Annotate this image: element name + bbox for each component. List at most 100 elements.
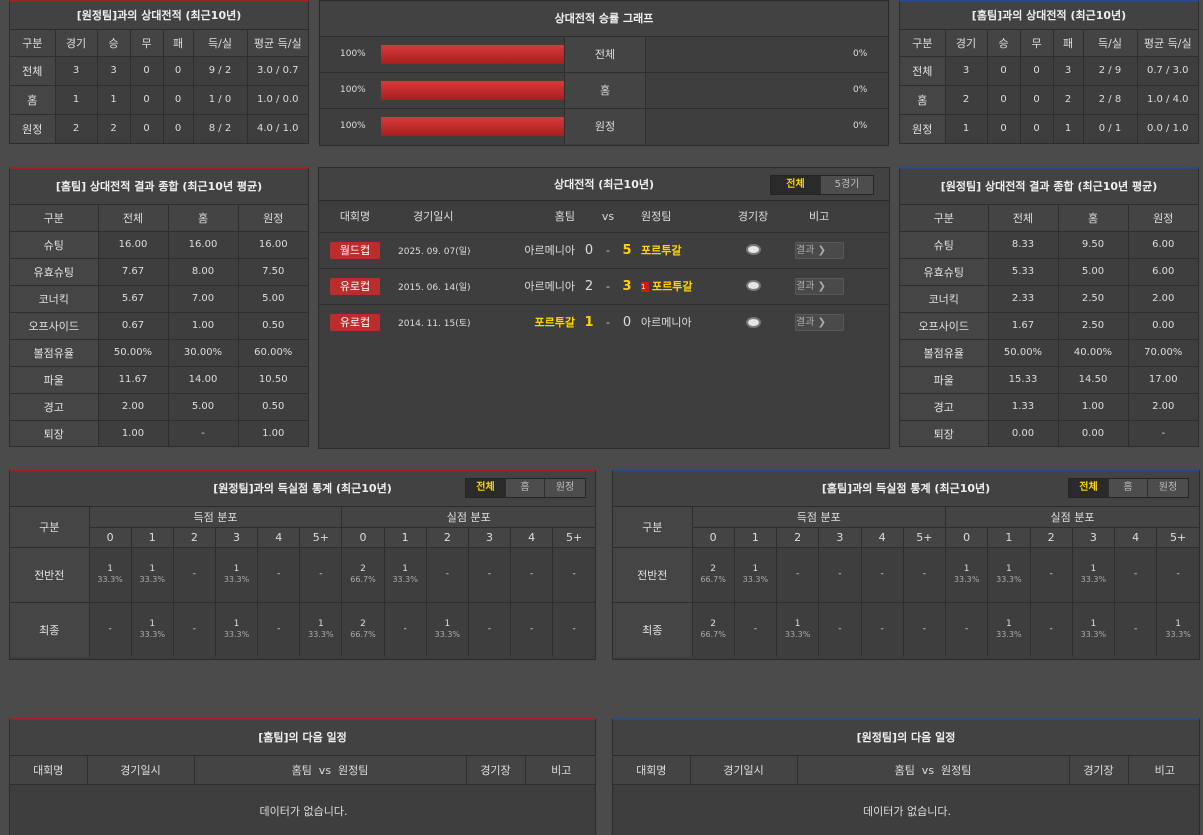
count-value: - [1049,569,1053,579]
score-separator: - [606,243,610,257]
count-value: - [530,624,534,635]
row-label: 볼점유율 [900,339,989,367]
col-note: 비고 [525,756,595,785]
right-percent: 0% [853,49,868,59]
row-label: 퇴장 [10,420,99,446]
note-cell: 결과 ❯ [783,232,889,268]
table-cell: 2 [97,114,131,143]
away-summary-title: [원정팀] 상대전적 결과 종합 (최근10년 평균) [900,169,1198,205]
row-label: 파울 [900,366,989,394]
home-score: 2 [584,278,594,294]
table-cell: 9 / 2 [193,56,248,86]
home-team[interactable]: 포르투갈 [499,304,579,340]
col-header: 득/실 [193,30,248,57]
tab-home[interactable]: 홈 [506,479,545,497]
count-value: - [192,624,197,635]
away-team-cell: 1 포르투갈 [637,268,723,304]
result-button[interactable]: 결과 ❯ [795,241,845,259]
goals-right-title-text: [홈팀]과의 득실점 통계 (최근10년) [821,482,991,495]
table-cell: 0 [130,114,164,143]
match-row[interactable]: 유로컵 2014. 11. 15(토) 포르투갈 1-0 아르메니아 결과 ❯ [319,304,889,340]
next-away-title: [원정팀]의 다음 일정 [613,720,1199,756]
distribution-cell: 1 33.3% [215,602,259,657]
tab-all[interactable]: 전체 [466,479,506,497]
goals-right-title: [홈팀]과의 득실점 통계 (최근10년) 전체 홈 원정 [613,471,1199,507]
table-row: 경고 1.33 1.00 2.00 [900,393,1198,421]
distribution-cell: 1 33.3% [1072,602,1116,657]
tab-away[interactable]: 원정 [1148,479,1188,497]
stadium-icon[interactable] [745,316,761,328]
stadium-icon[interactable] [745,244,761,256]
count-value: 2 [710,619,716,630]
tab-home[interactable]: 홈 [1109,479,1148,497]
right-bar-track [646,81,829,100]
match-row[interactable]: 월드컵 2025. 09. 07(일) 아르메니아 0-5 포르투갈 결과 ❯ [319,232,889,268]
scored-header: 득점 분포 [89,507,343,528]
match-row[interactable]: 유로컵 2015. 06. 14(일) 아르메니아 2-3 1 포르투갈 결과 ❯ [319,268,889,304]
goal-count-header: 5+ [299,527,343,548]
table-row: 원정 2 2 0 0 8 / 2 4.0 / 1.0 [10,114,308,143]
result-button[interactable]: 결과 ❯ [795,277,845,295]
goal-count-header: 1 [131,527,174,548]
row-label: 코너킥 [10,285,99,313]
col-header: 경기 [945,30,988,57]
col-header: 평균 득/실 [1137,30,1198,57]
col-header: 무 [1020,30,1054,57]
table-row: 원정 1 0 0 1 0 / 1 0.0 / 1.0 [900,114,1198,143]
tab-away[interactable]: 원정 [545,479,585,497]
table-cell: 17.00 [1128,366,1198,394]
goal-count-header: 2 [1030,527,1073,548]
table-cell: 6.00 [1128,231,1198,259]
percent-value: 33.3% [223,630,250,640]
row-label: 전체 [564,37,646,72]
col-competition: 대회명 [613,756,691,785]
goal-count-header: 0 [945,527,989,548]
stadium-icon[interactable] [745,280,761,292]
matches-title-text: 상대전적 (최근10년) [553,178,655,191]
matches-panel: 상대전적 (최근10년) 전체 5경기 대회명 경기일시 홈팀 vs 원정팀 경… [318,167,890,449]
away-h2h-panel: [원정팀]과의 상대전적 (최근10년) 구분 경기 승 무 패 득/실 평균 득/실 전체 3… [9,0,309,144]
col-datetime: 경기일시 [391,201,499,232]
table-cell: 1.33 [988,393,1059,421]
table-cell: 8.00 [168,258,239,286]
result-button[interactable]: 결과 ❯ [795,313,845,331]
table-row: 홈11001 / 0 1.0 / 0.0 [10,85,308,115]
home-team[interactable]: 아르메니아 [499,268,579,304]
count-value: - [445,569,449,579]
table-cell: 0.67 [98,312,169,340]
table-cell: 0 [987,56,1021,86]
table-cell: 2.33 [988,285,1059,313]
competition-badge[interactable]: 유로컵 [330,313,380,331]
table-cell: 7.00 [168,285,239,313]
competition-badge[interactable]: 월드컵 [330,241,380,259]
count-value: - [1134,624,1138,635]
away-score: 3 [622,278,632,294]
tab-all[interactable]: 전체 [1069,479,1109,497]
goal-count-header: 2 [173,527,216,548]
table-row: 오프사이드 0.67 1.00 0.50 [10,312,308,340]
goal-count-header: 5+ [1156,527,1199,548]
away-team[interactable]: 포르투갈 [641,244,681,257]
table-cell: 0 [163,85,194,115]
table-cell: 1 [97,85,131,115]
tab-all[interactable]: 전체 [771,176,821,194]
competition-badge[interactable]: 유로컵 [330,277,380,295]
col-note: 비고 [1128,756,1199,785]
distribution-cell: - [861,547,904,603]
count-value: 2 [360,564,366,574]
count-value: 1 [402,564,409,574]
away-h2h-title: [원정팀]과의 상대전적 (최근10년) [10,2,308,30]
tab-5-matches[interactable]: 5경기 [821,176,873,194]
col-competition: 대회명 [319,201,391,232]
table-row: 전반전 1 33.3% 1 33.3% -1 33.3% - -2 66.7% 1 33.3% - - - - [10,547,595,603]
distribution-cell: - [173,547,216,603]
away-team[interactable]: 포르투갈 [652,280,692,293]
away-team[interactable]: 아르메니아 [641,316,692,329]
count-value: 1 [1175,619,1181,630]
count-value: - [838,569,842,579]
col-vs: vs [579,201,638,232]
distribution-cell: - [734,602,778,657]
percent-value: 33.3% [996,575,1022,584]
row-label: 코너킥 [900,285,989,313]
home-team[interactable]: 아르메니아 [499,232,579,268]
